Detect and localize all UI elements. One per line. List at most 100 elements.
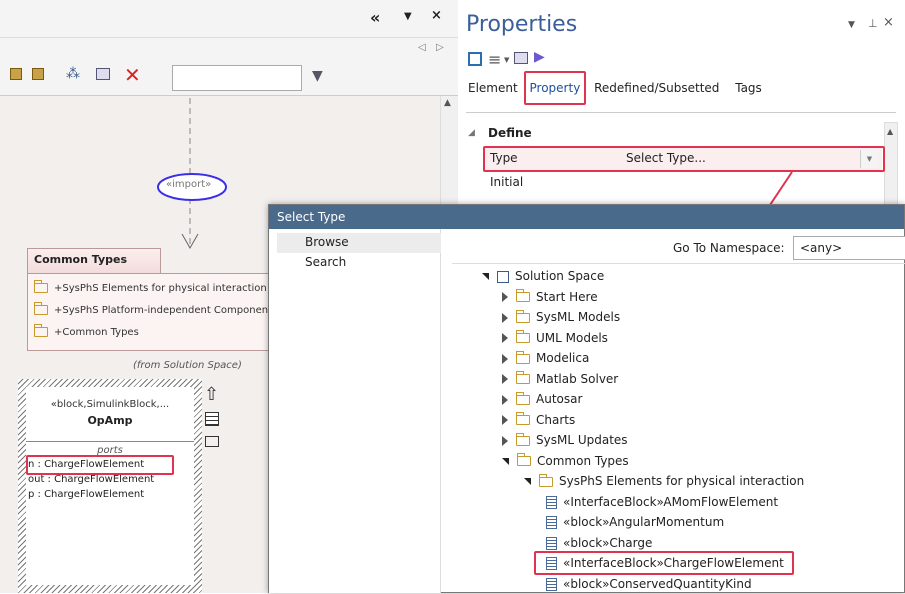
toolbar-icon-1[interactable] (10, 68, 22, 80)
scroll-left-icon[interactable]: ◁ (418, 42, 426, 53)
package-item: +SysPhS Elements for physical interactio… (33, 278, 267, 300)
expand-icon[interactable] (502, 394, 508, 405)
package-from-label: (from Solution Space) (133, 360, 242, 371)
tree-node[interactable]: «InterfaceBlock»AMomFlowElement (546, 492, 778, 512)
block-stereotype: «block,SimulinkBlock,... (50, 399, 170, 410)
tree-node[interactable]: «block»AngularMomentum (546, 512, 724, 532)
tab-redefined-subsetted[interactable]: Redefined/Subsetted (594, 81, 719, 95)
dropdown-icon[interactable]: ▼ (848, 20, 855, 30)
play-icon[interactable]: ▶ (534, 49, 545, 65)
diagram-toolbar: ⁂ ✕ ▼ (0, 62, 458, 96)
expand-icon[interactable] (502, 292, 508, 302)
tree-node[interactable]: SysML Models (502, 307, 620, 327)
filter-icon[interactable]: ▼ (312, 68, 323, 84)
folder-icon (515, 391, 530, 405)
menu-icon[interactable]: ≡ (488, 50, 501, 69)
port-highlight (26, 455, 174, 475)
tree-node[interactable]: Common Types (502, 451, 629, 471)
list-icon[interactable] (205, 412, 219, 426)
folder-icon (33, 324, 48, 337)
tree-node[interactable]: SysML Updates (502, 430, 628, 450)
close-icon[interactable]: × (431, 8, 442, 23)
tree-node-label: SysML Models (536, 310, 621, 324)
collapse-icon[interactable] (524, 478, 531, 485)
tree-node[interactable]: Matlab Solver (502, 369, 618, 389)
collapse-triangle-icon[interactable]: ◢ (468, 128, 475, 138)
expand-icon[interactable] (502, 415, 508, 425)
delete-icon[interactable]: ✕ (124, 63, 141, 87)
initial-row[interactable]: Initial (484, 172, 882, 194)
tree-node[interactable]: Charts (502, 410, 575, 430)
expand-icon[interactable] (502, 312, 508, 323)
folder-icon (515, 330, 530, 343)
tree-node-label: SysML Updates (536, 433, 628, 447)
tree-node-label: Autosar (536, 392, 583, 406)
expand-icon[interactable] (502, 353, 508, 364)
save-icon[interactable] (468, 52, 482, 66)
tree-node-label: UML Models (536, 330, 608, 345)
tree-node[interactable]: Start Here (502, 287, 598, 307)
toolbar-icon-2[interactable] (32, 68, 44, 80)
tab-element[interactable]: Element (468, 81, 518, 95)
dropdown-icon[interactable]: ▼ (404, 11, 412, 22)
initial-label: Initial (490, 175, 524, 189)
tree-node-label: Charts (536, 412, 576, 427)
up-arrow-icon[interactable]: ⇧ (204, 384, 219, 405)
namespace-value: <any> (800, 241, 843, 255)
collapse-icon[interactable]: « (370, 8, 380, 27)
block-frame[interactable]: «block,SimulinkBlock,... OpAmp ports n :… (18, 379, 202, 593)
properties-scrollbar[interactable]: ▲ (884, 122, 898, 212)
tab-bar: Element Property Redefined/Subsetted Tag… (468, 81, 762, 95)
tree-node-label: «block»Charge (563, 535, 653, 550)
expand-icon[interactable] (502, 435, 508, 446)
expand-icon[interactable] (502, 333, 508, 343)
tree-node-label: «InterfaceBlock»ChargeFlowElement (563, 556, 784, 570)
tree-node-label: SysPhS Elements for physical interaction (559, 474, 805, 488)
diagram-titlebar: « ▼ × (0, 0, 458, 38)
scroll-arrows: ◁ ▷ (0, 38, 458, 62)
tree-node[interactable]: «InterfaceBlock»ChargeFlowElement (444, 553, 904, 573)
port-item[interactable]: p : ChargeFlowElement (28, 487, 194, 502)
collapse-icon[interactable] (502, 457, 509, 465)
nav-browse[interactable]: Browse (305, 235, 349, 249)
tree-node-label: «block»AngularMomentum (563, 515, 725, 529)
property-tab-highlight (524, 71, 586, 105)
folder-icon (515, 371, 530, 384)
package-body[interactable]: +SysPhS Elements for physical interactio… (27, 273, 277, 351)
nav-search[interactable]: Search (305, 255, 346, 269)
folder-icon (515, 309, 530, 323)
tree-node[interactable]: Solution Space (482, 266, 604, 286)
menu-dropdown-icon[interactable]: ▼ (504, 56, 509, 64)
tab-divider (466, 112, 896, 113)
type-row-highlight (483, 146, 885, 172)
dialog-nav: Browse Search (269, 229, 441, 593)
properties-icon[interactable] (96, 68, 110, 80)
collapse-icon[interactable] (482, 273, 489, 280)
properties-title: Properties (466, 12, 578, 37)
import-label: «import» (166, 179, 212, 190)
tree-node[interactable]: Autosar (502, 389, 582, 409)
tree-node-label: Solution Space (515, 269, 605, 283)
tree-node[interactable]: SysPhS Elements for physical interaction (524, 471, 804, 491)
folder-icon (33, 302, 48, 315)
select-type-dialog: Select Type Browse Search Go To Namespac… (268, 204, 905, 593)
folder-icon (538, 473, 553, 487)
hierarchy-icon[interactable]: ⁂ (66, 66, 80, 82)
tree-node-label: Modelica (536, 351, 590, 365)
tree-node[interactable]: UML Models (502, 328, 608, 348)
tab-tags[interactable]: Tags (735, 81, 762, 95)
pin-icon[interactable]: ⊥ (868, 17, 878, 30)
tree-node-label: Start Here (536, 289, 598, 304)
tree-node[interactable]: Modelica (502, 348, 589, 368)
expand-icon[interactable] (502, 374, 508, 384)
folder-icon (515, 289, 530, 302)
tree-node[interactable]: «block»Charge (546, 533, 652, 553)
tree-node[interactable]: «block»ConservedQuantityKind (546, 574, 752, 594)
tree-node-label: «block»ConservedQuantityKind (563, 576, 752, 591)
close-icon[interactable]: × (883, 15, 894, 30)
properties-icon[interactable] (514, 52, 528, 64)
namespace-select[interactable]: <any> (793, 236, 905, 260)
scroll-right-icon[interactable]: ▷ (436, 42, 444, 53)
filter-input[interactable] (172, 65, 302, 91)
port-icon[interactable] (205, 436, 219, 447)
